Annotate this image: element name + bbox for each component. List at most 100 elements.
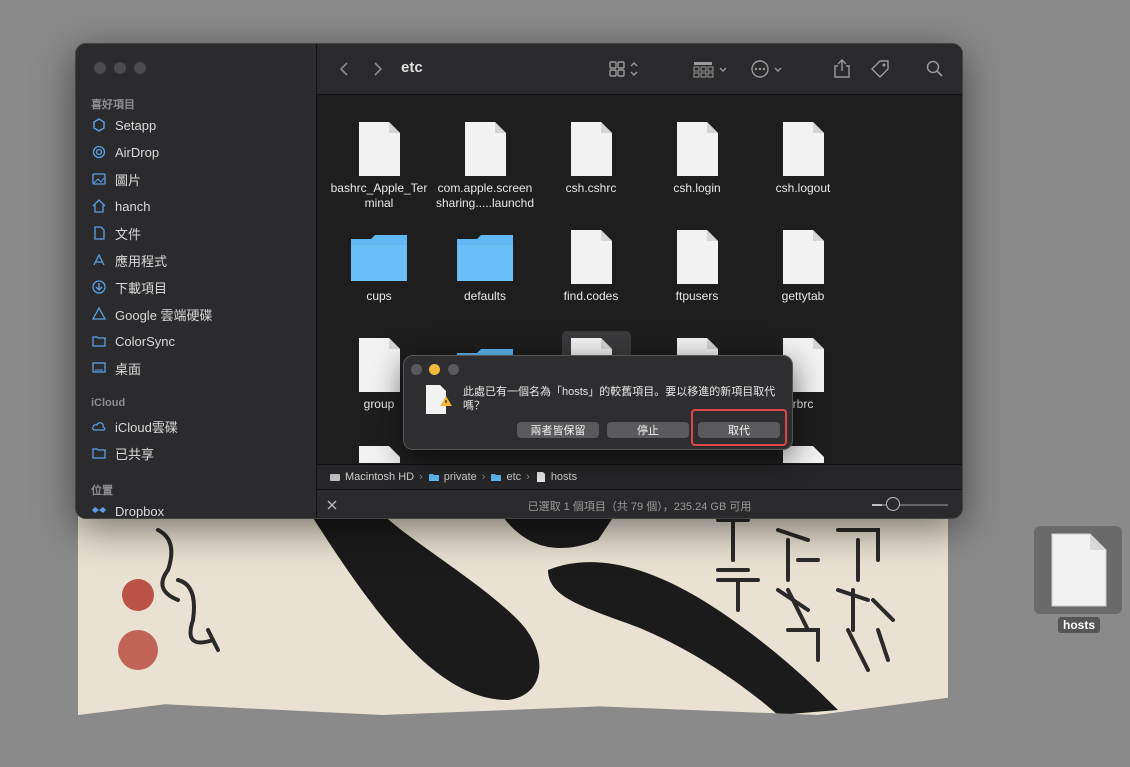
action-menu-button[interactable]: [750, 58, 786, 80]
zoom-slider[interactable]: [872, 504, 948, 506]
zoom-window-button[interactable]: [134, 62, 146, 74]
share-button[interactable]: [832, 58, 852, 80]
file-icon: [677, 122, 718, 176]
dialog-minimize-dot[interactable]: [429, 364, 440, 375]
zoom-slider-fill: [872, 504, 882, 506]
sidebar-item-documents[interactable]: 文件: [91, 222, 141, 244]
file-name-line1: bashrc_Apple_Ter: [330, 181, 428, 195]
file-item-screensharing[interactable]: com.apple.screen sharing.....launchd: [435, 121, 535, 211]
group-button[interactable]: [693, 58, 731, 80]
file-icon: [359, 446, 400, 463]
document-icon: [91, 225, 107, 241]
sidebar-item-colorsync[interactable]: ColorSync: [91, 330, 175, 352]
chevron-left-icon: [339, 62, 348, 76]
search-button[interactable]: [925, 58, 945, 80]
airdrop-icon: [91, 144, 107, 160]
sidebar-item-label: 已共享: [115, 446, 155, 462]
file-name: gettytab: [781, 289, 825, 303]
share-icon: [834, 59, 850, 78]
path-segment-hosts[interactable]: hosts: [535, 471, 577, 483]
sidebar-item-label: Dropbox: [115, 503, 165, 519]
path-label: Macintosh HD: [345, 471, 415, 483]
cloud-icon: [91, 418, 107, 434]
tags-button[interactable]: [869, 58, 891, 80]
path-segment-etc[interactable]: etc: [490, 471, 521, 483]
chevron-right-icon: ›: [419, 471, 423, 483]
zoom-slider-knob[interactable]: [886, 497, 900, 511]
sidebar-item-label: 圖片: [115, 172, 142, 188]
desktop-hosts-file[interactable]: [1034, 526, 1122, 614]
dialog-zoom-dot[interactable]: [448, 364, 459, 375]
file-name-line2: minal: [364, 196, 394, 210]
file-icon: [783, 230, 824, 284]
desktop-file-label: hosts: [1058, 617, 1101, 633]
back-button[interactable]: [335, 58, 353, 80]
file-item-csh-cshrc[interactable]: csh.cshrc: [541, 121, 641, 196]
sidebar-item-dropbox[interactable]: Dropbox: [91, 500, 165, 519]
folder-icon: [428, 474, 439, 481]
sidebar-item-label: 桌面: [115, 361, 142, 377]
downloads-icon: [91, 279, 107, 295]
minimize-window-button[interactable]: [114, 62, 126, 74]
sidebar-item-airdrop[interactable]: AirDrop: [91, 141, 159, 163]
sidebar-locations-header: 位置: [91, 485, 113, 497]
sidebar-item-setapp[interactable]: Setapp: [91, 114, 156, 136]
sidebar-item-downloads[interactable]: 下載項目: [91, 276, 167, 298]
path-label: etc: [506, 471, 522, 483]
shared-folder-icon: [91, 445, 107, 461]
path-segment-disk[interactable]: Macintosh HD: [329, 471, 414, 483]
sidebar: 喜好項目 Setapp AirDrop 圖片 hanch 文件 應用程式 下載項…: [76, 44, 317, 518]
file-item-csh-login[interactable]: csh.login: [647, 121, 747, 196]
file-name-line2: sharing.....launchd: [435, 196, 535, 210]
path-segment-private[interactable]: private: [428, 471, 477, 483]
file-name: csh.cshrc: [565, 181, 617, 195]
folder-icon: [351, 235, 407, 281]
path-label: private: [443, 471, 477, 483]
file-item-gettytab[interactable]: gettytab: [753, 229, 853, 304]
home-icon: [91, 198, 107, 214]
grid-view-icon: [609, 61, 638, 77]
group-icon: [693, 62, 727, 78]
path-bar: Macintosh HD › private › etc › hosts: [317, 464, 962, 489]
forward-button[interactable]: [369, 58, 387, 80]
calligraphy-artwork: [118, 508, 895, 715]
folder-item-cups[interactable]: cups: [329, 229, 429, 304]
file-item-find-codes[interactable]: find.codes: [541, 229, 641, 304]
sidebar-item-desktop[interactable]: 桌面: [91, 357, 141, 379]
toolbar: etc: [317, 44, 962, 95]
replace-button-highlight: [691, 409, 787, 446]
tag-icon: [871, 60, 889, 78]
sidebar-item-label: Google 雲端硬碟: [115, 307, 213, 323]
folder-item-defaults[interactable]: defaults: [435, 229, 535, 304]
close-window-button[interactable]: [94, 62, 106, 74]
view-mode-button[interactable]: [609, 58, 645, 80]
folder-name: defaults: [463, 289, 507, 303]
sidebar-item-icloud-drive[interactable]: iCloud雲碟: [91, 415, 178, 437]
keep-both-button[interactable]: 兩者皆保留: [517, 422, 599, 438]
sidebar-icloud-header: iCloud: [91, 397, 126, 409]
dropbox-icon: [91, 503, 107, 518]
file-item-bashrc[interactable]: bashrc_Apple_Ter minal: [329, 121, 429, 211]
desktop-icon: [91, 360, 107, 376]
sidebar-item-applications[interactable]: 應用程式: [91, 249, 167, 271]
sidebar-item-google-drive[interactable]: Google 雲端硬碟: [91, 303, 213, 325]
sidebar-item-shared[interactable]: 已共享: [91, 442, 154, 464]
sidebar-item-photos[interactable]: 圖片: [91, 168, 141, 190]
file-icon: [571, 230, 612, 284]
file-item-ftpusers[interactable]: ftpusers: [647, 229, 747, 304]
file-icon: [783, 122, 824, 176]
file-item-csh-logout[interactable]: csh.logout: [753, 121, 853, 196]
chevron-right-icon: [374, 62, 383, 76]
sidebar-item-label: 文件: [115, 226, 142, 242]
status-text: 已選取 1 個項目（共 79 個），235.24 GB 可用: [527, 501, 752, 513]
file-icon: [465, 122, 506, 176]
file-icon: [359, 338, 400, 392]
dialog-close-dot[interactable]: [411, 364, 422, 375]
applications-icon: [91, 252, 107, 268]
sidebar-item-label: AirDrop: [115, 144, 160, 160]
folder-icon: [91, 333, 107, 349]
stop-button[interactable]: 停止: [607, 422, 689, 438]
sidebar-item-label: iCloud雲碟: [115, 419, 178, 435]
sidebar-item-home[interactable]: hanch: [91, 195, 150, 217]
sidebar-item-label: Setapp: [115, 117, 157, 133]
